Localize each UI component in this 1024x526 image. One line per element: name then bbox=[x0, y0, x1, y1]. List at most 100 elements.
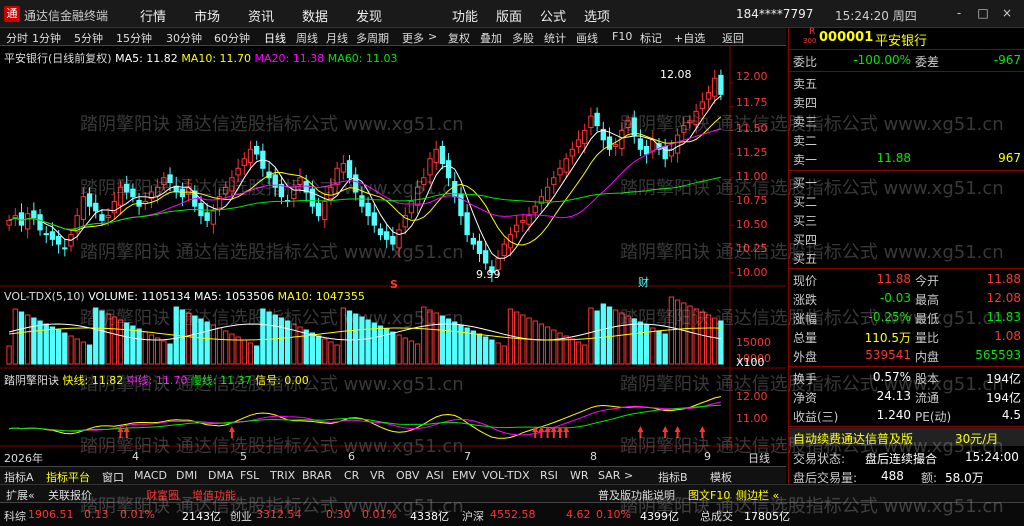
bid-row[interactable]: 买三 bbox=[789, 210, 1024, 229]
period-multi[interactable]: 多周期 bbox=[356, 30, 389, 46]
candle-body bbox=[334, 167, 340, 185]
period-more[interactable]: 更多 bbox=[402, 30, 424, 46]
bid-row[interactable]: 买四 bbox=[789, 229, 1024, 248]
period-1min[interactable]: 1分钟 bbox=[32, 30, 61, 46]
idx-name[interactable]: 科综 bbox=[4, 508, 26, 524]
minimize-button[interactable]: - bbox=[950, 5, 968, 21]
ask-row[interactable]: 卖四 bbox=[789, 92, 1024, 111]
ytick-1000: 10.00 bbox=[736, 266, 768, 279]
tool-f10[interactable]: F10 bbox=[612, 30, 632, 43]
period-5min[interactable]: 5分钟 bbox=[74, 30, 103, 46]
indicator-tab[interactable]: RSI bbox=[540, 469, 558, 482]
tool-statistics[interactable]: 统计 bbox=[544, 30, 566, 46]
indicator-tab[interactable]: VR bbox=[370, 469, 385, 482]
tab-related-quotes[interactable]: 关联报价 bbox=[48, 487, 92, 503]
indicator-tab[interactable]: ASI bbox=[426, 469, 444, 482]
period-60min[interactable]: 60分钟 bbox=[214, 30, 250, 46]
menu-functions[interactable]: 功能 bbox=[452, 6, 478, 25]
idx-name[interactable]: 沪深 bbox=[462, 508, 484, 524]
tool-draw-line[interactable]: 画线 bbox=[576, 30, 598, 46]
candle-body bbox=[297, 177, 303, 185]
indicator-tab[interactable]: CR bbox=[344, 469, 359, 482]
tab-wealth-circle[interactable]: 财富圈 bbox=[146, 487, 179, 503]
indicator-tab[interactable]: DMA bbox=[208, 469, 234, 482]
vol-unit: X100 bbox=[736, 356, 765, 369]
promo-text[interactable]: 自动续费通达信普及版 bbox=[793, 430, 913, 447]
trade-time: 15:24:00 bbox=[965, 450, 1019, 464]
indicator-tab[interactable]: 窗口 bbox=[102, 469, 124, 485]
period-monthly[interactable]: 月线 bbox=[326, 30, 348, 46]
candle-body bbox=[204, 212, 210, 221]
promo-banner[interactable]: 自动续费通达信普及版 30元/月 bbox=[789, 428, 1024, 446]
tool-restore-rights[interactable]: 复权 bbox=[448, 30, 470, 46]
ask-row[interactable]: 卖三 bbox=[789, 111, 1024, 130]
promo-price[interactable]: 30元/月 bbox=[955, 430, 998, 447]
menu-layout[interactable]: 版面 bbox=[496, 6, 522, 25]
indicator-tab[interactable]: EMV bbox=[452, 469, 476, 482]
period-15min[interactable]: 15分钟 bbox=[116, 30, 152, 46]
indicator-tab[interactable]: OBV bbox=[396, 469, 419, 482]
indicator-tab[interactable]: SAR bbox=[598, 469, 620, 482]
tab-value-added[interactable]: 增值功能 bbox=[192, 487, 236, 503]
bid-row[interactable]: 买二 bbox=[789, 191, 1024, 210]
indicator-tab[interactable]: MACD bbox=[134, 469, 167, 482]
volume-bar bbox=[334, 344, 340, 365]
tool-overlay[interactable]: 叠加 bbox=[480, 30, 502, 46]
ask-row[interactable]: 卖一 11.88 967 bbox=[789, 149, 1024, 168]
volume-bar bbox=[569, 338, 576, 365]
indicator-tab[interactable]: 指标平台 bbox=[46, 469, 90, 485]
indicator-tab[interactable]: BRAR bbox=[302, 469, 332, 482]
indicator-tab[interactable]: DMI bbox=[176, 469, 197, 482]
bid-row[interactable]: 买五 bbox=[789, 248, 1024, 267]
finance-marker[interactable]: 财 bbox=[638, 274, 649, 290]
indicator-tab[interactable]: WR bbox=[570, 469, 589, 482]
tool-add-watchlist[interactable]: +自选 bbox=[674, 30, 705, 46]
tool-back[interactable]: 返回 bbox=[722, 30, 744, 46]
tab-edition-info[interactable]: 普及版功能说明 bbox=[598, 487, 675, 503]
candle-body bbox=[414, 186, 421, 206]
user-account[interactable]: 184****7797 bbox=[736, 7, 813, 21]
ask-row[interactable]: 卖五 bbox=[789, 73, 1024, 92]
menu-formula[interactable]: 公式 bbox=[540, 6, 566, 25]
candle-body bbox=[359, 195, 365, 207]
more-arrow-icon[interactable]: > bbox=[428, 30, 437, 43]
indicator-tab[interactable]: FSL bbox=[240, 469, 259, 482]
menu-news[interactable]: 资讯 bbox=[248, 6, 274, 25]
tool-mark[interactable]: 标记 bbox=[640, 30, 662, 46]
clock: 15:24:20 周四 bbox=[835, 9, 917, 23]
volume-bar bbox=[185, 312, 192, 365]
kline-chart-svg[interactable] bbox=[0, 46, 786, 466]
app-logo-icon: 通 bbox=[4, 6, 20, 22]
period-timeshare[interactable]: 分时 bbox=[6, 30, 28, 46]
menu-options[interactable]: 选项 bbox=[584, 6, 610, 25]
menu-market[interactable]: 市场 bbox=[194, 6, 220, 25]
indicator-tab-right[interactable]: 模板 bbox=[710, 469, 732, 485]
indicator-tab[interactable]: 指标A bbox=[4, 469, 34, 485]
indicator-tab[interactable]: VOL-TDX bbox=[482, 469, 530, 482]
period-daily[interactable]: 日线 bbox=[264, 30, 286, 47]
indicator-tab[interactable]: > bbox=[624, 469, 633, 482]
menu-data[interactable]: 数据 bbox=[302, 6, 328, 25]
menu-quotes[interactable]: 行情 bbox=[140, 6, 166, 25]
bid-row[interactable]: 买一 bbox=[789, 172, 1024, 191]
vol-label: VOL-TDX(5,10) bbox=[4, 290, 85, 303]
tab-sidebar[interactable]: 侧边栏 « bbox=[736, 487, 779, 503]
ext-toggle[interactable]: 扩展« bbox=[6, 487, 35, 503]
s-marker[interactable]: S bbox=[390, 278, 398, 291]
period-30min[interactable]: 30分钟 bbox=[166, 30, 202, 46]
bid5-label: 买五 bbox=[793, 252, 818, 266]
indicator-tab[interactable]: TRIX bbox=[270, 469, 295, 482]
chart-area[interactable]: 平安银行(日线前复权) MA5: 11.82 MA10: 11.70 MA20:… bbox=[0, 46, 786, 466]
tool-multi-stock[interactable]: 多股 bbox=[512, 30, 534, 46]
volume-bar bbox=[167, 343, 173, 365]
volume-bar bbox=[365, 319, 371, 365]
maximize-button[interactable]: □ bbox=[974, 5, 992, 21]
close-button[interactable]: × bbox=[998, 5, 1016, 21]
period-weekly[interactable]: 周线 bbox=[296, 30, 318, 46]
menu-discover[interactable]: 发现 bbox=[356, 6, 382, 25]
indicator-tab-right[interactable]: 指标B bbox=[658, 469, 688, 485]
idx-name[interactable]: 创业 bbox=[230, 508, 252, 524]
tab-f10-graphic[interactable]: 图文F10 bbox=[688, 487, 730, 503]
ask-row[interactable]: 卖二 bbox=[789, 130, 1024, 149]
ytick-1075: 10.75 bbox=[736, 194, 768, 207]
